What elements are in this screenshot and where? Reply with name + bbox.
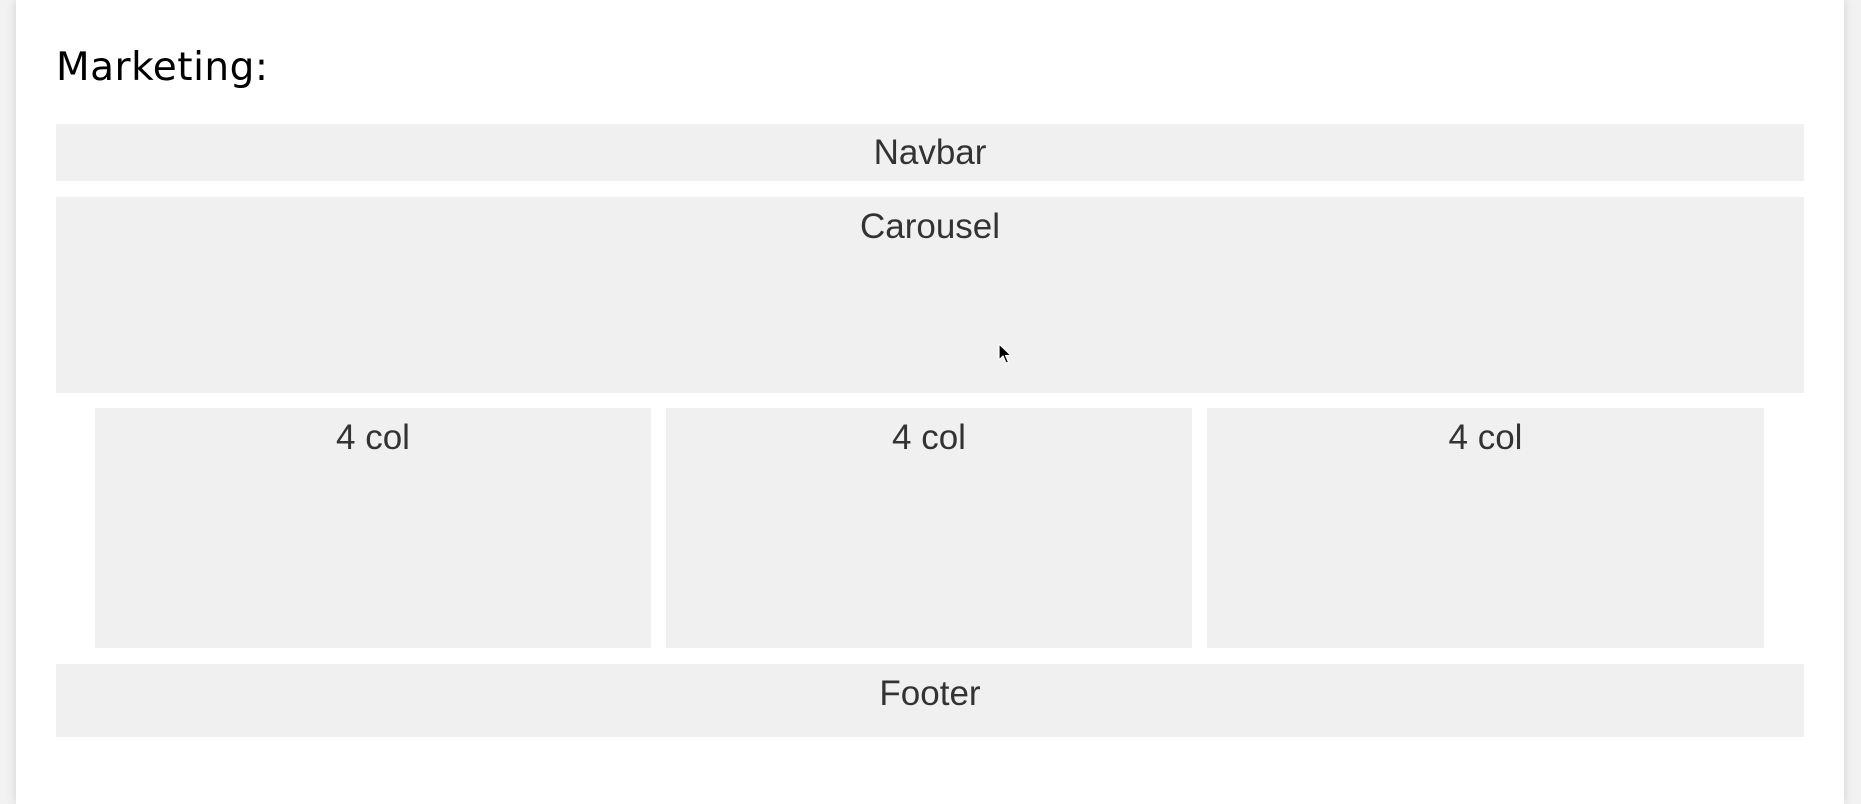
carousel-label: Carousel — [859, 207, 1001, 246]
navbar-label: Navbar — [873, 133, 987, 172]
column-label-3: 4 col — [1448, 418, 1523, 457]
column-block-1: 4 col — [95, 408, 651, 648]
section-title: Marketing: — [56, 45, 269, 90]
mouse-pointer-icon — [998, 343, 1012, 364]
column-label-1: 4 col — [336, 418, 410, 457]
footer-block: Footer — [56, 664, 1804, 737]
column-block-2: 4 col — [666, 408, 1192, 648]
footer-label: Footer — [879, 674, 981, 713]
column-block-3: 4 col — [1207, 408, 1764, 648]
carousel-block: Carousel — [56, 197, 1804, 393]
navbar-block: Navbar — [56, 124, 1804, 181]
column-label-2: 4 col — [892, 418, 966, 457]
